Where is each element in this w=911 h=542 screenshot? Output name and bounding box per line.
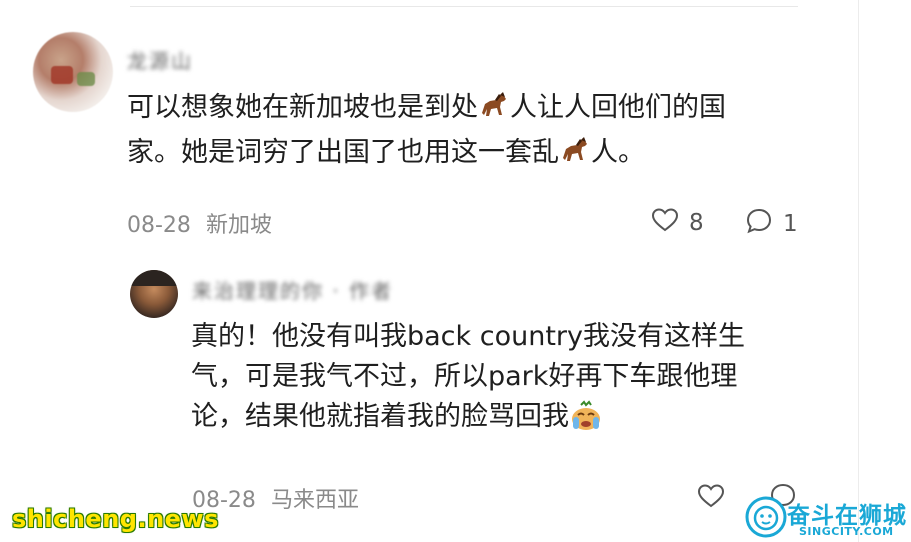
reply-count: 1: [783, 211, 798, 237]
avatar[interactable]: [130, 270, 178, 318]
comment-username[interactable]: 龙源山: [127, 45, 193, 74]
like-button[interactable]: 8: [651, 207, 704, 239]
horse-emoji-icon: [478, 89, 510, 133]
reply-text: 真的！他没有叫我back country我没有这样生 气，可是我气不过，所以pa…: [191, 317, 771, 443]
heart-icon: [651, 207, 679, 239]
comment-line: 论，结果他就指着我的脸骂回我: [191, 397, 771, 443]
singcity-logo: 奋斗在狮城 SINGCITY.COM: [745, 494, 907, 540]
comment-text: 可以想象她在新加坡也是到处 人让人回他们的国 家。她是词穷了出国了也用这一套乱 人。: [127, 88, 767, 178]
comment-line: 家。她是词穷了出国了也用这一套乱 人。: [127, 133, 767, 178]
top-divider: [130, 6, 798, 7]
heart-icon: [697, 483, 725, 515]
like-button[interactable]: [697, 483, 725, 515]
comment-line: 可以想象她在新加坡也是到处 人让人回他们的国: [127, 88, 767, 133]
right-border: [858, 0, 859, 542]
comment-location: 新加坡: [205, 213, 272, 238]
like-count: 8: [689, 210, 704, 236]
lion-logo-icon: [745, 496, 787, 542]
watermark-shicheng: shicheng.news: [12, 505, 219, 533]
comment-bubble-icon: [745, 207, 773, 241]
comment-date: 08-28: [127, 213, 191, 238]
comment-line: 气，可是我气不过，所以park好再下车跟他理: [191, 361, 738, 392]
crying-face-emoji-icon: [569, 399, 603, 443]
comment-meta: 08-28 新加坡: [127, 207, 272, 239]
logo-text-en: SINGCITY.COM: [799, 525, 894, 538]
reply-button[interactable]: 1: [745, 207, 798, 241]
avatar[interactable]: [33, 32, 113, 112]
reply-username[interactable]: 来治理理的你 · 作者: [192, 275, 393, 304]
horse-emoji-icon: [559, 134, 591, 178]
reply-location: 马来西亚: [270, 488, 359, 513]
comment-line: 真的！他没有叫我back country我没有这样生: [191, 321, 746, 352]
